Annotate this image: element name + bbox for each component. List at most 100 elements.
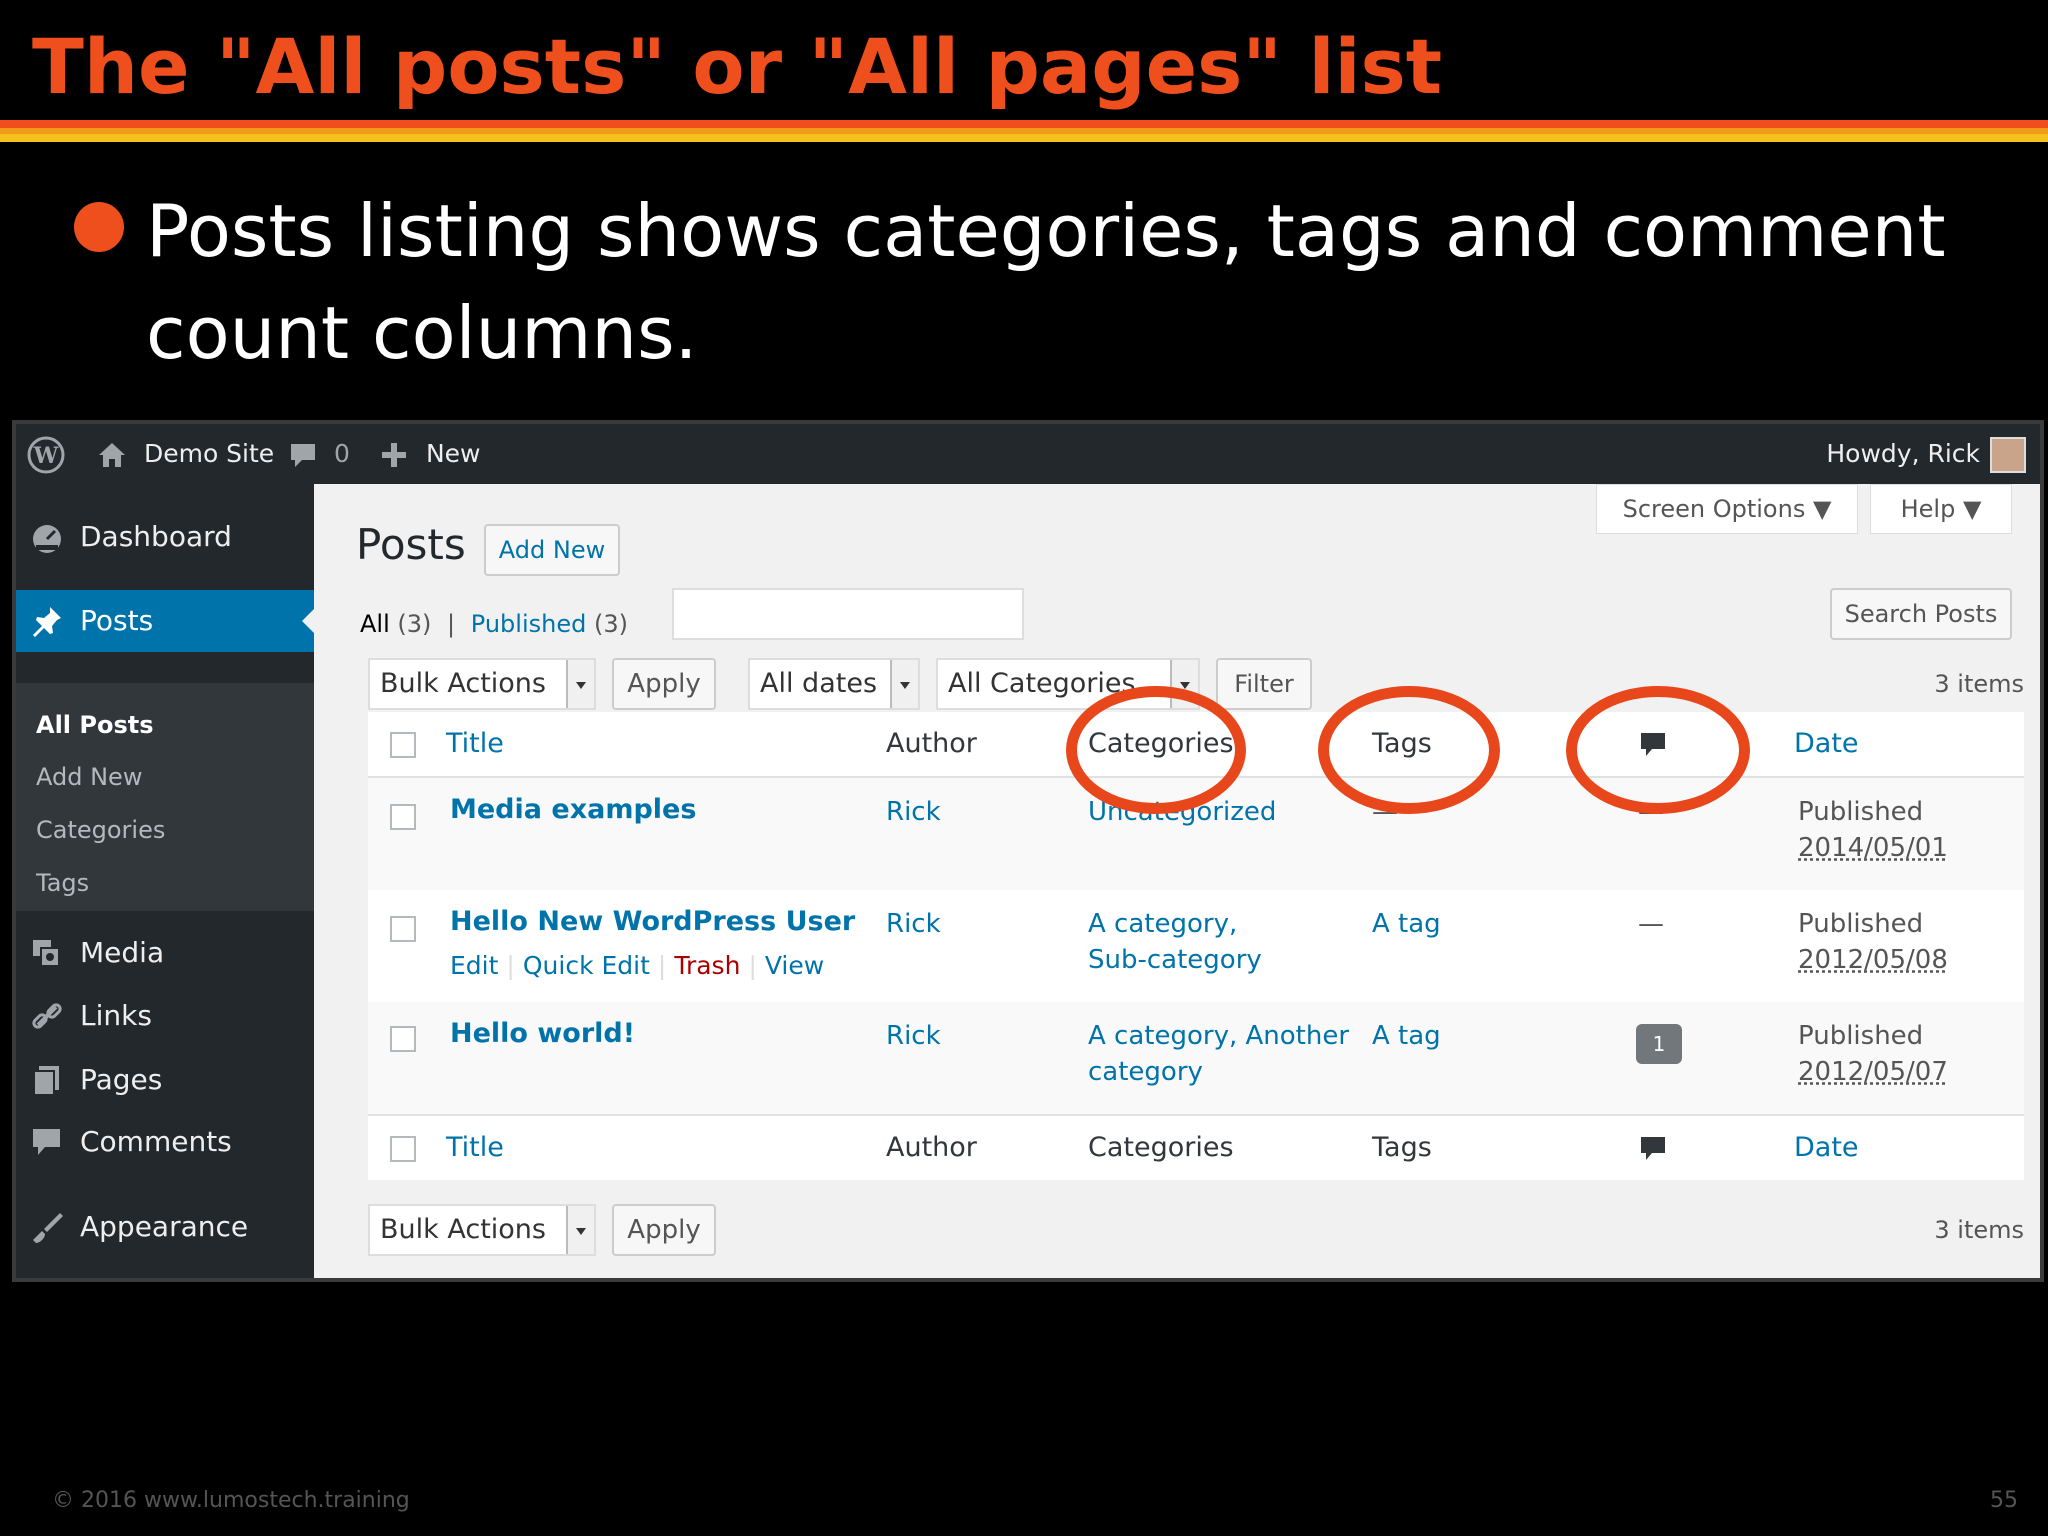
filter-all[interactable]: All <box>360 610 390 638</box>
main-content: Screen Options ▼ Help ▼ Posts Add New Se… <box>314 484 2040 1278</box>
sidebar-item-media[interactable]: Media <box>16 922 314 984</box>
highlight-circle-tags <box>1318 686 1500 814</box>
chevron-down-icon <box>890 660 918 708</box>
post-category-link[interactable]: A category, <box>1088 906 1237 942</box>
bulk-actions-select[interactable]: Bulk Actions <box>368 658 596 710</box>
paintbrush-icon <box>33 1213 63 1243</box>
column-tags-footer: Tags <box>1372 1132 1432 1163</box>
bullet-dot <box>74 202 124 252</box>
post-title-link[interactable]: Media examples <box>450 792 696 828</box>
account-menu[interactable]: Howdy, Rick <box>1826 424 2026 484</box>
posts-submenu: All Posts Add New Categories Tags <box>16 683 314 911</box>
post-tag-link[interactable]: A tag <box>1372 906 1441 942</box>
row-checkbox[interactable] <box>390 916 416 942</box>
screen-options-button[interactable]: Screen Options ▼ <box>1596 484 1858 534</box>
bulk-actions-value: Bulk Actions <box>380 1214 546 1245</box>
post-author-link[interactable]: Rick <box>886 906 941 942</box>
new-label: New <box>425 439 481 468</box>
apply-button[interactable]: Apply <box>612 658 716 710</box>
post-tag-link[interactable]: A tag <box>1372 1018 1441 1054</box>
action-separator: | <box>657 951 667 980</box>
filter-all-count: (3) <box>397 610 432 638</box>
sidebar-item-label: Comments <box>80 1125 232 1158</box>
sidebar-item-label: Pages <box>80 1063 163 1096</box>
sidebar-item-label: Media <box>80 936 165 969</box>
post-title-link[interactable]: Hello world! <box>450 1016 635 1052</box>
post-comments: — <box>1638 909 1664 939</box>
post-category-link[interactable]: category <box>1088 1054 1203 1090</box>
bullet-text: Posts listing shows categories, tags and… <box>146 189 1946 375</box>
apply-button-bottom[interactable]: Apply <box>612 1204 716 1256</box>
sidebar-item-label: Dashboard <box>80 520 232 553</box>
wordpress-logo-icon[interactable]: W <box>26 424 66 484</box>
column-author-footer: Author <box>886 1132 977 1163</box>
comment-count: 0 <box>333 439 350 468</box>
comments-link[interactable]: 0 <box>288 424 350 484</box>
sidebar-item-label: Posts <box>80 604 154 637</box>
trash-link[interactable]: Trash <box>674 951 740 980</box>
column-date-header[interactable]: Date <box>1794 726 1859 762</box>
comment-column-icon[interactable] <box>1638 1134 1668 1174</box>
quick-edit-link[interactable]: Quick Edit <box>523 951 650 980</box>
avatar <box>1990 437 2026 473</box>
sidebar-item-posts[interactable]: Posts <box>16 590 314 652</box>
post-status: Published <box>1798 909 1924 939</box>
post-date: 2014/05/01 <box>1798 833 1948 863</box>
row-checkbox[interactable] <box>390 1026 416 1052</box>
chevron-down-icon <box>566 1206 594 1254</box>
submenu-categories[interactable]: Categories <box>36 816 165 844</box>
admin-bar: W Demo Site 0 New Howdy, Rick <box>16 424 2040 484</box>
post-date: 2012/05/07 <box>1798 1057 1948 1087</box>
sidebar-item-appearance[interactable]: Appearance <box>16 1196 314 1258</box>
items-count-bottom: 3 items <box>1934 1216 2024 1244</box>
search-input[interactable] <box>672 588 1024 640</box>
comment-count-bubble[interactable]: 1 <box>1636 1024 1682 1064</box>
sidebar-item-label: Plugins <box>80 1260 180 1278</box>
view-link[interactable]: View <box>765 951 824 980</box>
row-checkbox[interactable] <box>390 804 416 830</box>
action-separator: | <box>506 951 515 980</box>
column-title-header[interactable]: Title <box>446 726 504 762</box>
pages-icon <box>33 1066 59 1096</box>
table-footer-row: Title Author Categories Tags Date <box>368 1114 2024 1180</box>
comments-icon <box>33 1129 60 1155</box>
filter-button[interactable]: Filter <box>1216 658 1312 710</box>
bulk-actions-select-bottom[interactable]: Bulk Actions <box>368 1204 596 1256</box>
post-status: Published <box>1798 1021 1924 1051</box>
help-button[interactable]: Help ▼ <box>1870 484 2012 534</box>
sidebar-item-pages[interactable]: Pages <box>16 1049 314 1111</box>
post-title-link[interactable]: Hello New WordPress User <box>450 904 855 940</box>
add-new-button[interactable]: Add New <box>484 524 620 576</box>
sidebar-item-dashboard[interactable]: Dashboard <box>16 506 314 568</box>
sidebar-item-links[interactable]: Links <box>16 985 314 1047</box>
site-name: Demo Site <box>143 439 275 468</box>
dates-select[interactable]: All dates <box>748 658 920 710</box>
filter-published[interactable]: Published <box>471 610 587 638</box>
select-all-checkbox[interactable] <box>390 1136 416 1162</box>
post-category-link[interactable]: Sub-category <box>1088 942 1262 978</box>
post-status-filters: All (3) | Published (3) <box>360 610 628 638</box>
search-posts-button[interactable]: Search Posts <box>1830 588 2012 640</box>
submenu-tags[interactable]: Tags <box>36 869 89 897</box>
new-content-link[interactable]: New <box>380 424 480 484</box>
post-author-link[interactable]: Rick <box>886 1018 941 1054</box>
select-all-checkbox[interactable] <box>390 732 416 758</box>
column-date-footer[interactable]: Date <box>1794 1130 1859 1166</box>
sidebar-item-comments[interactable]: Comments <box>16 1111 314 1173</box>
dashboard-icon <box>33 525 61 553</box>
column-author-header: Author <box>886 728 977 759</box>
site-link[interactable]: Demo Site <box>96 424 274 484</box>
submenu-all-posts[interactable]: All Posts <box>36 711 154 739</box>
post-category-link[interactable]: A category, Another <box>1088 1018 1349 1054</box>
highlight-circle-categories <box>1066 686 1246 814</box>
column-title-footer[interactable]: Title <box>446 1130 504 1166</box>
filter-separator: | <box>447 610 456 638</box>
page-number: 55 <box>1990 1488 2018 1513</box>
sidebar-item-plugins[interactable]: Plugins <box>16 1260 314 1278</box>
comment-bubble-icon <box>288 439 318 468</box>
post-author-link[interactable]: Rick <box>886 794 941 830</box>
post-date: 2012/05/08 <box>1798 945 1948 975</box>
howdy-text: Howdy, Rick <box>1826 439 1980 468</box>
submenu-add-new[interactable]: Add New <box>36 763 142 791</box>
edit-link[interactable]: Edit <box>450 951 498 980</box>
